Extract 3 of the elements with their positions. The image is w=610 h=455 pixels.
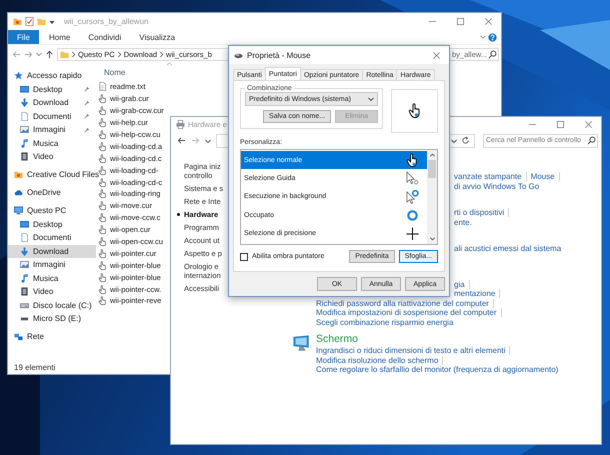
dialog-title: Proprietà - Mouse [247,50,311,60]
status-text: 19 elementi [14,362,56,372]
window-title: wii_cursors_by_allewun [64,17,148,26]
